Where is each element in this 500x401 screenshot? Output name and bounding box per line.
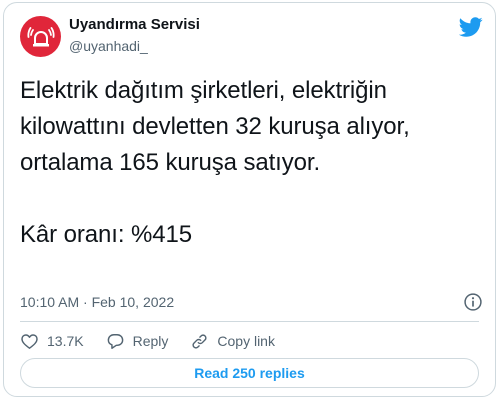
like-button[interactable]: 13.7K <box>20 332 84 351</box>
read-replies-button[interactable]: Read 250 replies <box>20 358 479 388</box>
copy-link-button[interactable]: Copy link <box>190 332 275 351</box>
author-handle[interactable]: @uyanhadi_ <box>69 38 148 54</box>
avatar[interactable] <box>20 16 61 57</box>
alarm-siren-icon <box>26 26 55 46</box>
copy-link-label: Copy link <box>217 333 275 349</box>
divider <box>20 321 479 322</box>
info-icon[interactable] <box>463 292 483 312</box>
tweet-line: Elektrik dağıtım şirketleri, elektriğin <box>20 77 387 104</box>
tweet-card: Uyandırma Servisi @uyanhadi_ Elektrik da… <box>3 2 496 397</box>
tweet-line: Kâr oranı: %415 <box>20 221 192 248</box>
reply-button[interactable]: Reply <box>106 332 169 351</box>
author-name[interactable]: Uyandırma Servisi <box>69 16 200 33</box>
heart-icon <box>21 333 38 349</box>
link-icon <box>192 333 207 349</box>
tweet-line: ortalama 165 kuruşa satıyor. <box>20 149 321 176</box>
reply-label: Reply <box>132 333 169 349</box>
like-count: 13.7K <box>47 333 84 349</box>
tweet-text: Elektrik dağıtım şirketleri, elektriğin … <box>20 73 480 253</box>
tweet-timestamp[interactable]: 10:10 AM · Feb 10, 2022 <box>20 294 174 310</box>
tweet-line: kilowattını devletten 32 kuruşa alıyor, <box>20 113 410 140</box>
action-bar: 13.7K Reply Copy link <box>20 330 297 352</box>
twitter-bird-icon[interactable] <box>459 15 483 39</box>
reply-bubble-icon <box>107 333 123 349</box>
